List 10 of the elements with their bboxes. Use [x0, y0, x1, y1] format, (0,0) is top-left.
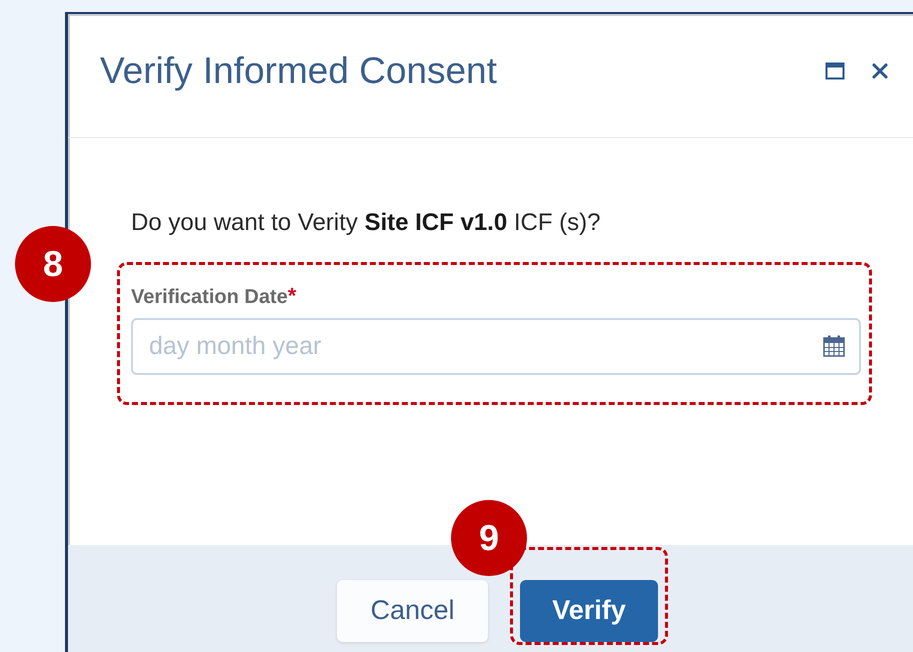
close-icon[interactable] [871, 62, 889, 80]
date-field[interactable]: day month year [131, 318, 861, 375]
verify-button[interactable]: Verify [520, 580, 658, 642]
field-label: Verification Date* [131, 283, 298, 309]
maximize-icon[interactable] [825, 62, 845, 80]
cancel-button[interactable]: Cancel [337, 580, 488, 642]
calendar-icon[interactable] [823, 335, 845, 357]
step-badge: 8 [15, 226, 91, 302]
dialog-title: Verify Informed Consent [100, 50, 498, 92]
question-text: Do you want to Verity Site ICF v1.0 ICF (s)? [131, 209, 602, 237]
